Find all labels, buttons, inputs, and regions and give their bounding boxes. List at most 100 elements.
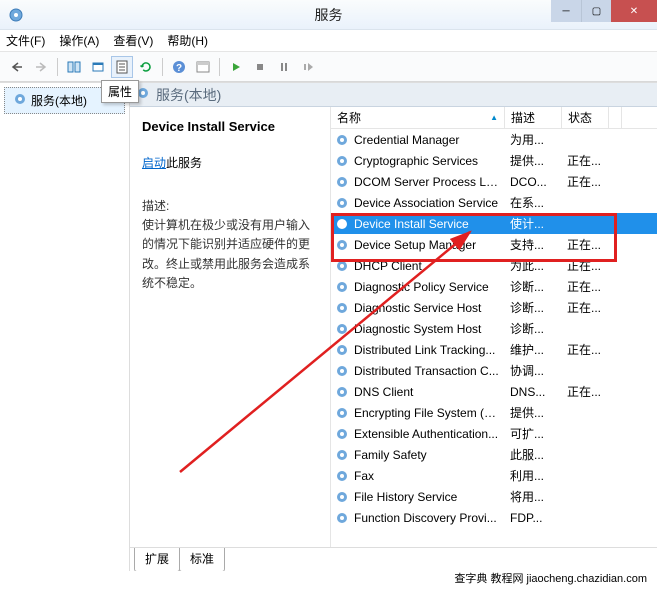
table-row[interactable]: Fax 利用... — [331, 465, 657, 486]
table-row[interactable]: Distributed Transaction C... 协调... — [331, 360, 657, 381]
menu-file[interactable]: 文件(F) — [6, 32, 45, 49]
show-hide-button[interactable] — [63, 56, 85, 78]
cell-status: 正在... — [563, 278, 610, 295]
gear-icon — [334, 469, 350, 483]
table-body[interactable]: Credential Manager 为用... Cryptographic S… — [331, 129, 657, 547]
bottom-tabs: 扩展 标准 — [130, 547, 657, 571]
start-service-button[interactable] — [225, 56, 247, 78]
svg-text:?: ? — [176, 63, 182, 74]
gear-icon — [334, 154, 350, 168]
menubar: 文件(F) 操作(A) 查看(V) 帮助(H) — [0, 30, 657, 52]
gear-icon — [334, 406, 350, 420]
gear-icon — [334, 511, 350, 525]
table-row[interactable]: Extensible Authentication... 可扩... — [331, 423, 657, 444]
cell-name: Diagnostic Policy Service — [350, 280, 506, 294]
column-header-more[interactable] — [609, 107, 622, 128]
restart-service-button[interactable] — [297, 56, 319, 78]
table-row[interactable]: DCOM Server Process La... DCO... 正在... — [331, 171, 657, 192]
start-service-suffix: 此服务 — [166, 156, 202, 170]
table-row[interactable]: Encrypting File System (E... 提供... — [331, 402, 657, 423]
cell-desc: 将用... — [506, 488, 563, 505]
cell-desc: 利用... — [506, 467, 563, 484]
table-row[interactable]: Diagnostic System Host 诊断... — [331, 318, 657, 339]
cell-desc: 诊断... — [506, 299, 563, 316]
cell-name: Diagnostic Service Host — [350, 301, 506, 315]
table-row[interactable]: Diagnostic Service Host 诊断... 正在... — [331, 297, 657, 318]
window-title: 服务 — [315, 5, 343, 25]
maximize-button[interactable]: ▢ — [581, 0, 611, 22]
stop-service-button[interactable] — [249, 56, 271, 78]
cell-name: DHCP Client — [350, 259, 506, 273]
cell-desc: 维护... — [506, 341, 563, 358]
tooltip: 属性 — [101, 80, 139, 103]
toolbar: ? 属性 — [0, 52, 657, 82]
table-row[interactable]: File History Service 将用... — [331, 486, 657, 507]
tab-extended[interactable]: 扩展 — [134, 548, 180, 571]
cell-desc: 可扩... — [506, 425, 563, 442]
gear-icon — [334, 364, 350, 378]
gear-icon — [334, 217, 350, 231]
table-row[interactable]: Family Safety 此服... — [331, 444, 657, 465]
table-row[interactable]: Distributed Link Tracking... 维护... 正在... — [331, 339, 657, 360]
cell-status: 正在... — [563, 341, 610, 358]
window-icon[interactable] — [192, 56, 214, 78]
cell-desc: 为用... — [506, 131, 563, 148]
cell-name: Function Discovery Provi... — [350, 511, 506, 525]
cell-name: Device Setup Manager — [350, 238, 506, 252]
gear-icon — [334, 280, 350, 294]
cell-name: Encrypting File System (E... — [350, 406, 506, 420]
table-row[interactable]: Device Association Service 在系... — [331, 192, 657, 213]
cell-desc: DCO... — [506, 175, 563, 189]
cell-desc: 诊断... — [506, 278, 563, 295]
right-header: 服务(本地) — [130, 83, 657, 107]
cell-name: Credential Manager — [350, 133, 506, 147]
gear-icon — [334, 490, 350, 504]
table-row[interactable]: Function Discovery Provi... FDP... — [331, 507, 657, 528]
cell-name: Family Safety — [350, 448, 506, 462]
table-row[interactable]: Credential Manager 为用... — [331, 129, 657, 150]
cell-desc: 提供... — [506, 152, 563, 169]
tab-standard[interactable]: 标准 — [179, 548, 225, 571]
menu-view[interactable]: 查看(V) — [113, 32, 153, 49]
content-area: 服务(本地) 服务(本地) Device Install Service 启动此… — [0, 82, 657, 571]
properties-button[interactable] — [111, 56, 133, 78]
gear-icon — [334, 259, 350, 273]
cell-name: Diagnostic System Host — [350, 322, 506, 336]
cell-name: Device Install Service — [350, 217, 506, 231]
services-table: 名称 描述 状态 Credential Manager 为用... Crypto… — [330, 107, 657, 547]
column-header-status[interactable]: 状态 — [562, 107, 609, 128]
gear-icon — [334, 343, 350, 357]
right-header-title: 服务(本地) — [156, 85, 221, 105]
cell-name: Distributed Link Tracking... — [350, 343, 506, 357]
refresh-button[interactable] — [135, 56, 157, 78]
table-row[interactable]: Device Install Service 使计... — [331, 213, 657, 234]
table-row[interactable]: DHCP Client 为此... 正在... — [331, 255, 657, 276]
cell-status: 正在... — [563, 383, 610, 400]
close-button[interactable]: ✕ — [611, 0, 657, 22]
column-header-desc[interactable]: 描述 — [505, 107, 562, 128]
table-row[interactable]: DNS Client DNS... 正在... — [331, 381, 657, 402]
table-row[interactable]: Cryptographic Services 提供... 正在... — [331, 150, 657, 171]
table-row[interactable]: Device Setup Manager 支持... 正在... — [331, 234, 657, 255]
cell-desc: 在系... — [506, 194, 563, 211]
right-pane: 服务(本地) Device Install Service 启动此服务 描述: … — [130, 83, 657, 571]
menu-action[interactable]: 操作(A) — [59, 32, 99, 49]
column-header-name[interactable]: 名称 — [331, 107, 505, 128]
gear-icon — [334, 301, 350, 315]
start-service-link[interactable]: 启动 — [142, 156, 166, 170]
pause-service-button[interactable] — [273, 56, 295, 78]
gear-icon — [334, 238, 350, 252]
description-label: 描述: — [142, 197, 318, 216]
start-service-line: 启动此服务 — [142, 154, 318, 173]
forward-button[interactable] — [30, 56, 52, 78]
minimize-button[interactable]: ─ — [551, 0, 581, 22]
back-button[interactable] — [6, 56, 28, 78]
cell-name: Device Association Service — [350, 196, 506, 210]
table-row[interactable]: Diagnostic Policy Service 诊断... 正在... — [331, 276, 657, 297]
window-controls: ─ ▢ ✕ — [551, 0, 657, 22]
cell-desc: DNS... — [506, 385, 563, 399]
export-button[interactable] — [87, 56, 109, 78]
help-button[interactable]: ? — [168, 56, 190, 78]
menu-help[interactable]: 帮助(H) — [167, 32, 208, 49]
gear-icon — [334, 133, 350, 147]
